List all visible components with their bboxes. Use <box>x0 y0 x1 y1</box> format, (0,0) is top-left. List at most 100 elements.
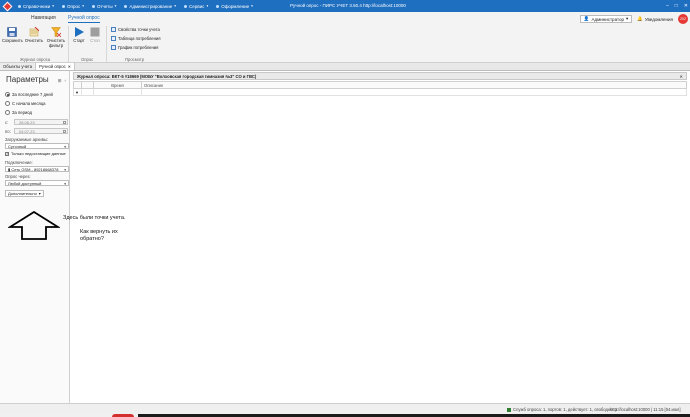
checkbox-checked-icon: ✓ <box>5 151 9 156</box>
journal-grid-header: Время Описание <box>73 81 687 89</box>
chevron-down-icon: ▾ <box>64 182 66 186</box>
journal-area: Журнал опроса: ВКТ-5 #18669 (МОБУ "Волхо… <box>71 71 690 403</box>
radio-icon <box>5 101 10 106</box>
server-url: http://localhost:10000 | 11:15 [04.июл] <box>610 407 681 412</box>
date-to-field[interactable]: 04.07.23 <box>14 128 68 134</box>
menu-administration[interactable]: Администрирование ▾ <box>120 4 180 9</box>
archives-label: Загружаемые архивы: <box>5 137 49 142</box>
menu-reports[interactable]: Отчеты ▾ <box>88 4 120 9</box>
ribbon: Навигация Ручной опрос Сохранить Очистит… <box>0 12 690 63</box>
maximize-icon[interactable]: □ <box>675 3 678 9</box>
notifications-button[interactable]: 🔔 Уведомления <box>635 16 675 22</box>
close-icon[interactable]: ✕ <box>68 64 72 69</box>
chevron-down-icon: ▾ <box>64 145 66 149</box>
menu-poll[interactable]: Опрос ▾ <box>58 4 88 9</box>
chevron-down-icon: ▾ <box>114 4 117 8</box>
window-controls: – □ ✕ <box>666 0 688 12</box>
chart-icon <box>111 45 116 50</box>
annotation-text-1: Здесь были точки учета. <box>63 215 126 221</box>
calendar-icon <box>63 121 66 124</box>
administration-icon <box>124 4 128 8</box>
radio-selected-icon <box>5 92 10 97</box>
clear-filter-button[interactable]: Очистить фильтр <box>46 27 66 48</box>
chevron-down-icon: ▾ <box>52 4 55 8</box>
save-icon <box>7 27 17 37</box>
chevron-down-icon: ▾ <box>625 16 629 21</box>
close-icon[interactable]: ✕ <box>684 3 688 9</box>
period-month-start[interactable]: С начала месяца <box>5 101 45 106</box>
journal-filter-row: ▼ <box>73 89 687 96</box>
chevron-down-icon: ▾ <box>38 191 41 196</box>
user-menu[interactable]: 👤 Администратор ▾ <box>579 15 633 23</box>
bell-icon: 🔔 <box>637 16 643 21</box>
group-label-poll: Опрос <box>81 57 94 62</box>
archives-select[interactable]: Суточный ▾ <box>5 143 69 149</box>
chevron-down-icon: ▾ <box>82 4 84 8</box>
date-from-label: с: <box>5 120 9 125</box>
menu-directories[interactable]: Справочники ▾ <box>14 4 58 9</box>
tab-manual-poll-doc[interactable]: Ручной опрос ✕ <box>36 63 76 70</box>
meter-properties-button[interactable]: Свойства точки учета <box>111 27 160 32</box>
status-column[interactable] <box>82 82 94 88</box>
chevron-down-icon: ▾ <box>251 4 253 8</box>
menu-service[interactable]: Сервис ▾ <box>180 4 212 9</box>
tab-navigation[interactable]: Навигация <box>31 15 56 21</box>
reports-icon <box>92 4 95 8</box>
properties-icon <box>111 27 116 32</box>
column-time[interactable]: Время <box>94 82 142 88</box>
filter-cell-description[interactable] <box>142 89 686 95</box>
server-icon <box>507 407 511 412</box>
journal-header: Журнал опроса: ВКТ-5 #18669 (МОБУ "Волхо… <box>73 72 687 80</box>
collapse-icon[interactable]: ‹ <box>65 78 67 84</box>
avatar[interactable]: 202 <box>678 14 688 24</box>
date-from-field[interactable]: 28.06.23 <box>14 119 68 125</box>
period-custom[interactable]: За период <box>5 110 32 115</box>
tab-manual-poll[interactable]: Ручной опрос <box>68 15 100 23</box>
tab-meter-objects[interactable]: Объекты учета <box>0 63 37 70</box>
poll-icon <box>62 4 66 8</box>
date-to-label: по: <box>5 129 11 134</box>
period-last-7-days[interactable]: За последние 7 дней <box>5 92 53 97</box>
stop-icon <box>90 27 100 37</box>
table-icon <box>111 36 116 41</box>
filter-cell-time[interactable] <box>94 89 142 95</box>
menu-appearance[interactable]: Оформление ▾ <box>212 4 257 9</box>
user-icon: 👤 <box>583 16 590 21</box>
save-button[interactable]: Сохранить <box>2 27 23 43</box>
filter-icon <box>50 27 62 38</box>
close-icon[interactable]: ✕ <box>679 74 683 79</box>
status-bar: Служб опроса: 1, портов: 1, действует: 1… <box>0 403 690 414</box>
filter-cell-status[interactable] <box>82 89 94 95</box>
poll-via-select[interactable]: Любой доступный ▾ <box>5 180 69 186</box>
column-description[interactable]: Описание <box>142 82 686 88</box>
connection-label: Подключение: <box>5 160 33 165</box>
chevron-down-icon: ▾ <box>174 4 177 8</box>
stop-button[interactable]: Стоп <box>85 27 105 43</box>
app-logo[interactable] <box>0 0 14 12</box>
radio-icon <box>5 110 10 115</box>
filter-icon[interactable]: ▼ <box>74 89 82 95</box>
consumption-table-button[interactable]: Таблица потребления <box>111 36 161 41</box>
chevron-down-icon: ▾ <box>206 4 209 8</box>
document-tabs: Объекты учета Ручной опрос ✕ <box>0 63 690 71</box>
row-indicator-column <box>74 82 82 88</box>
annotation-arrow-icon <box>8 211 60 240</box>
clear-button[interactable]: Очистить <box>24 26 44 43</box>
user-area: 👤 Администратор ▾ 🔔 Уведомления 202 <box>579 14 690 24</box>
parameters-title: Параметры <box>6 75 49 84</box>
poll-via-label: Опрос через: <box>5 174 31 179</box>
missing-only-checkbox[interactable]: ✓ Только недостающие данные <box>5 151 66 156</box>
parameters-tools: ⊞ ‹ <box>58 78 66 84</box>
pin-icon[interactable]: ⊞ <box>58 78 62 84</box>
calendar-icon <box>63 130 66 133</box>
main-menu: Справочники ▾ Опрос ▾ Отчеты ▾ Администриро… <box>14 0 257 12</box>
clear-icon <box>29 26 40 37</box>
title-bar: Справочники ▾ Опрос ▾ Отчеты ▾ Администриро… <box>0 0 690 12</box>
connection-select[interactable]: ▮ Сеть GSM - 89218668378 ▾ <box>5 166 69 172</box>
poll-stats: Служб опроса: 1, портов: 1, действует: 1… <box>507 407 617 412</box>
minimize-icon[interactable]: – <box>666 3 669 9</box>
extra-options-button[interactable]: Дополнительно ▾ <box>5 190 44 197</box>
consumption-chart-button[interactable]: График потребления <box>111 45 158 50</box>
ribbon-divider <box>106 26 107 62</box>
chevron-down-icon: ▾ <box>64 168 66 172</box>
